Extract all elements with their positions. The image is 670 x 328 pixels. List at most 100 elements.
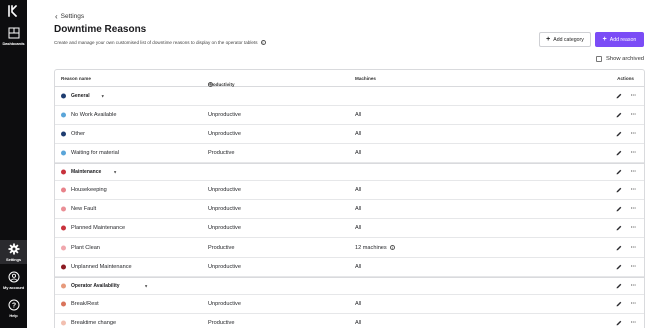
reason-name: New Fault	[71, 206, 97, 212]
machines-value-text: All	[355, 264, 362, 270]
more-options-icon[interactable]: ···	[631, 283, 637, 289]
color-swatch	[61, 169, 66, 175]
show-archived-checkbox[interactable]	[596, 56, 602, 62]
app-logo[interactable]	[7, 5, 19, 17]
nav-help[interactable]: ? Help	[0, 299, 27, 319]
more-options-icon[interactable]: ···	[631, 112, 637, 118]
edit-pencil-icon[interactable]	[616, 112, 622, 118]
more-options-icon[interactable]: ···	[631, 320, 637, 326]
help-circle-icon: ?	[8, 299, 19, 311]
show-archived-label: Show archived	[606, 56, 645, 62]
info-icon[interactable]: i	[389, 245, 395, 250]
edit-pencil-icon[interactable]	[616, 283, 622, 289]
table-row[interactable]: Waiting for material Productive All ···	[55, 144, 644, 163]
machines-value-text: All	[355, 131, 362, 137]
back-link-label: Settings	[60, 13, 85, 20]
color-swatch	[61, 264, 66, 270]
machines-value-text: All	[355, 112, 362, 118]
reason-name: Unplanned Maintenance	[71, 264, 132, 270]
machines-value: All	[355, 225, 361, 231]
table-row[interactable]: Housekeeping Unproductive All ···	[55, 181, 644, 200]
category-row[interactable]: General ▼ ···	[55, 87, 644, 106]
main-content: ‹ Settings Downtime Reasons Create and m…	[27, 0, 670, 328]
productivity-value: Unproductive	[208, 264, 241, 270]
table-row[interactable]: Plant Clean Productive 12 machines i ···	[55, 238, 644, 258]
machines-value-text: All	[355, 187, 362, 193]
more-options-icon[interactable]: ···	[631, 150, 637, 156]
nav-my-account-label: My account	[2, 285, 24, 290]
add-category-button[interactable]: + Add category	[539, 32, 591, 47]
nav-settings[interactable]: Settings	[0, 240, 27, 264]
color-swatch	[61, 245, 66, 250]
more-options-icon[interactable]: ···	[631, 245, 637, 251]
edit-pencil-icon[interactable]	[616, 131, 622, 137]
page-title: Downtime Reasons	[54, 24, 147, 35]
category-name: Maintenance	[71, 169, 102, 175]
plus-icon: +	[602, 35, 607, 43]
table-row[interactable]: Breaktime change Productive All ···	[55, 314, 644, 328]
gear-icon	[8, 243, 19, 255]
more-options-icon[interactable]: ···	[631, 93, 637, 99]
edit-pencil-icon[interactable]	[616, 206, 622, 212]
back-link[interactable]: ‹ Settings	[55, 12, 85, 20]
edit-pencil-icon[interactable]	[616, 93, 622, 99]
nav-my-account[interactable]: My account	[0, 271, 27, 291]
edit-pencil-icon[interactable]	[616, 225, 622, 231]
edit-pencil-icon[interactable]	[616, 320, 622, 326]
edit-pencil-icon[interactable]	[616, 301, 622, 307]
more-options-icon[interactable]: ···	[631, 206, 637, 212]
table-row[interactable]: Break/Rest Unproductive All ···	[55, 295, 644, 314]
more-options-icon[interactable]: ···	[631, 187, 637, 193]
edit-pencil-icon[interactable]	[616, 169, 622, 175]
machines-value: All	[355, 131, 361, 137]
column-header-reason-name: Reason name	[61, 76, 91, 81]
caret-down-icon[interactable]: ▼	[113, 170, 117, 175]
category-name: Operator Availability	[71, 283, 120, 289]
color-swatch	[61, 150, 66, 156]
machines-value: All	[355, 264, 361, 270]
productivity-value: Unproductive	[208, 131, 241, 137]
more-options-icon[interactable]: ···	[631, 169, 637, 175]
machines-value: All	[355, 112, 361, 118]
productivity-value: Unproductive	[208, 206, 241, 212]
edit-pencil-icon[interactable]	[616, 264, 622, 270]
table-row[interactable]: Planned Maintenance Unproductive All ···	[55, 219, 644, 238]
machines-value: 12 machines i	[355, 245, 395, 251]
category-row[interactable]: Maintenance ▼ ···	[55, 163, 644, 181]
table-row[interactable]: New Fault Unproductive All ···	[55, 200, 644, 219]
edit-pencil-icon[interactable]	[616, 187, 622, 193]
add-reason-button[interactable]: + Add reason	[595, 32, 644, 47]
category-name: General	[71, 93, 90, 99]
sidebar: Dashboards Settings My account ? Help	[0, 0, 27, 328]
downtime-reasons-table: Reason name Productivity i Machines Acti…	[54, 69, 645, 328]
machines-value-text: All	[355, 320, 362, 326]
show-archived-toggle[interactable]: Show archived	[596, 56, 644, 62]
productivity-value: Productive	[208, 244, 235, 251]
table-row[interactable]: Unplanned Maintenance Unproductive All ···	[55, 258, 644, 277]
add-category-label: Add category	[553, 36, 584, 43]
category-row[interactable]: Operator Availability ▼ ···	[55, 277, 644, 295]
table-header: Reason name Productivity i Machines Acti…	[55, 70, 644, 87]
more-options-icon[interactable]: ···	[631, 225, 637, 231]
reason-name: Planned Maintenance	[71, 225, 126, 231]
edit-pencil-icon[interactable]	[616, 245, 622, 251]
plus-icon: +	[546, 35, 551, 43]
more-options-icon[interactable]: ···	[631, 264, 637, 270]
color-swatch	[61, 187, 66, 193]
edit-pencil-icon[interactable]	[616, 150, 622, 156]
more-options-icon[interactable]: ···	[631, 131, 637, 137]
caret-down-icon[interactable]: ▼	[101, 94, 105, 99]
more-options-icon[interactable]: ···	[631, 301, 637, 307]
reason-name: No Work Available	[71, 112, 117, 118]
nav-dashboards[interactable]: Dashboards	[0, 27, 27, 47]
nav-settings-label: Settings	[6, 257, 21, 262]
caret-down-icon[interactable]: ▼	[144, 284, 148, 289]
nav-dashboards-label: Dashboards	[2, 41, 25, 46]
color-swatch	[61, 131, 66, 137]
column-header-actions: Actions	[617, 76, 634, 81]
page-subtitle-text: Create and manage your own customised li…	[54, 40, 258, 45]
reason-name: Waiting for material	[71, 150, 119, 156]
info-icon[interactable]: i	[260, 40, 266, 45]
table-row[interactable]: No Work Available Unproductive All ···	[55, 106, 644, 125]
table-row[interactable]: Other Unproductive All ···	[55, 125, 644, 144]
